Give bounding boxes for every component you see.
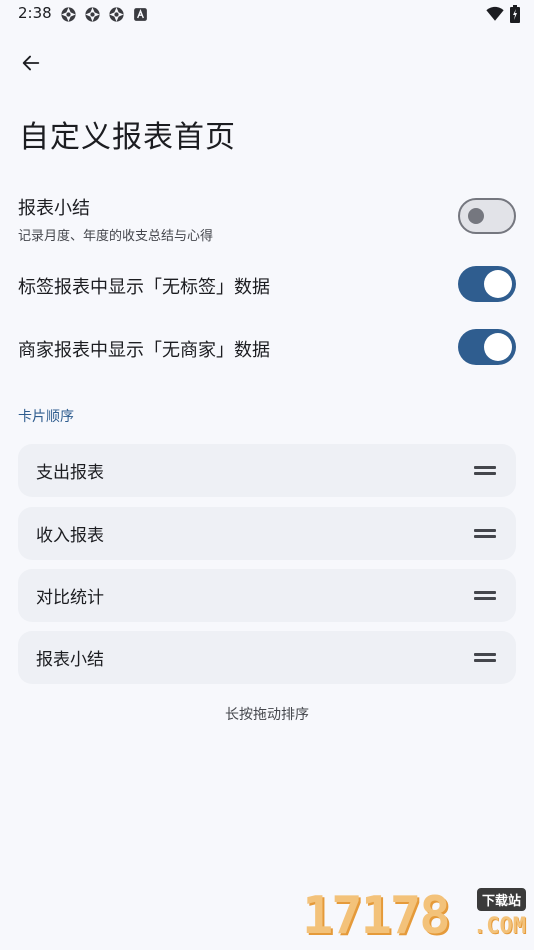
watermark-suffix: .COM: [473, 914, 526, 939]
battery-icon: [510, 5, 520, 23]
aperture-icon: [61, 7, 76, 22]
card-item[interactable]: 收入报表: [18, 507, 516, 560]
setting-title: 商家报表中显示「无商家」数据: [18, 340, 270, 361]
card-label: 报表小结: [36, 650, 104, 670]
drag-hint: 长按拖动排序: [225, 707, 309, 723]
toggle-knob: [468, 208, 484, 224]
back-button[interactable]: [14, 46, 48, 80]
setting-title: 标签报表中显示「无标签」数据: [18, 277, 270, 298]
watermark-logo: 17178 下载站 .COM: [302, 884, 528, 946]
aperture-icon: [109, 7, 124, 22]
drag-handle-icon[interactable]: [474, 651, 496, 663]
status-bar: 2:38: [0, 0, 534, 28]
setting-report-summary[interactable]: 报表小结 记录月度、年度的收支总结与心得: [18, 194, 516, 244]
setting-show-no-tag[interactable]: 标签报表中显示「无标签」数据: [18, 266, 516, 302]
toggle-knob: [484, 333, 512, 361]
card-label: 支出报表: [36, 463, 104, 483]
wifi-icon: [486, 6, 504, 21]
show-no-merchant-toggle[interactable]: [458, 329, 516, 365]
setting-show-no-merchant[interactable]: 商家报表中显示「无商家」数据: [18, 329, 516, 365]
show-no-tag-toggle[interactable]: [458, 266, 516, 302]
arrow-left-icon: [22, 55, 40, 71]
card-label: 对比统计: [36, 588, 104, 608]
setting-title: 报表小结: [18, 198, 90, 219]
a-badge-icon: [134, 8, 147, 21]
report-summary-toggle[interactable]: [458, 198, 516, 234]
card-item[interactable]: 报表小结: [18, 631, 516, 684]
watermark-digits: 17178: [302, 886, 451, 946]
card-item[interactable]: 对比统计: [18, 569, 516, 622]
notification-icons: [60, 6, 149, 23]
status-time: 2:38: [18, 4, 52, 22]
drag-handle-icon[interactable]: [474, 589, 496, 601]
drag-handle-icon[interactable]: [474, 464, 496, 476]
page-title: 自定义报表首页: [19, 120, 236, 155]
toggle-knob: [484, 270, 512, 298]
aperture-icon: [85, 7, 100, 22]
card-item[interactable]: 支出报表: [18, 444, 516, 497]
system-icons: [486, 5, 520, 23]
drag-handle-icon[interactable]: [474, 527, 496, 539]
card-order-header: 卡片顺序: [18, 409, 74, 425]
setting-subtitle: 记录月度、年度的收支总结与心得: [18, 229, 214, 244]
card-label: 收入报表: [36, 526, 104, 546]
watermark-badge: 下载站: [476, 888, 526, 911]
